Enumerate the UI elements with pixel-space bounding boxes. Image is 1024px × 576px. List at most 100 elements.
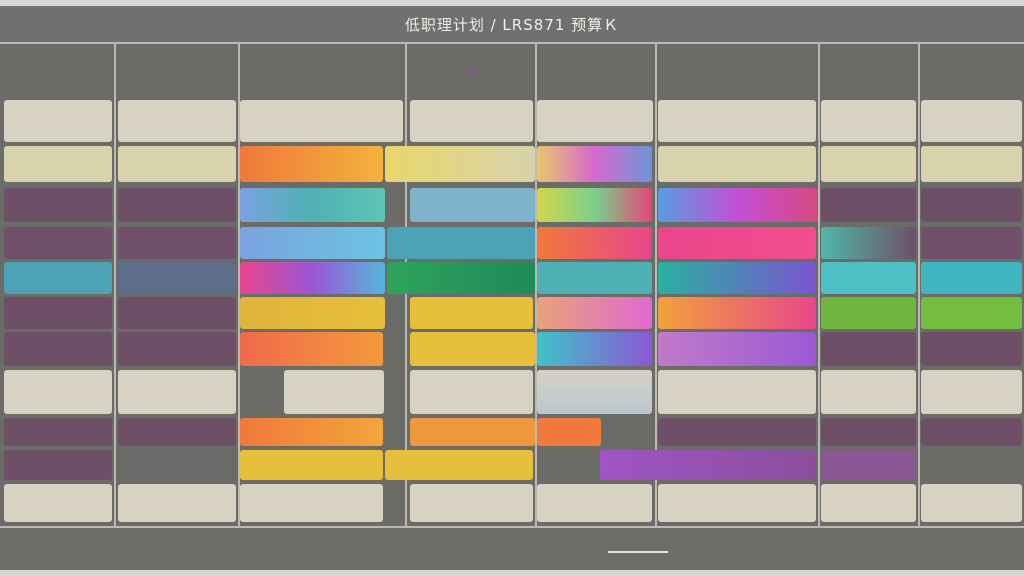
- table-cell[interactable]: [537, 100, 653, 142]
- event-block[interactable]: [658, 332, 816, 366]
- window-title: 低职理计划 / LRS871 预算Ｋ: [404, 16, 620, 34]
- table-cell[interactable]: [4, 146, 112, 182]
- table-cell[interactable]: [821, 146, 916, 182]
- column-header[interactable]: [240, 44, 405, 96]
- table-cell[interactable]: [921, 370, 1022, 414]
- table-cell[interactable]: [537, 370, 652, 414]
- event-block[interactable]: [240, 262, 385, 294]
- table-cell[interactable]: [4, 332, 112, 366]
- event-block[interactable]: [658, 262, 816, 294]
- table-cell[interactable]: [410, 484, 533, 522]
- table-cell[interactable]: [821, 332, 916, 366]
- table-cell[interactable]: [118, 370, 236, 414]
- event-block[interactable]: [387, 262, 535, 294]
- event-block[interactable]: [658, 188, 818, 222]
- table-cell[interactable]: [4, 188, 112, 222]
- table-cell[interactable]: [658, 418, 816, 446]
- event-block[interactable]: [537, 262, 652, 294]
- event-block[interactable]: [240, 332, 383, 366]
- table-cell[interactable]: [410, 100, 533, 142]
- table-cell[interactable]: [118, 450, 236, 480]
- column-header[interactable]: [657, 44, 818, 96]
- table-cell[interactable]: [658, 100, 816, 142]
- table-header: [0, 44, 1024, 96]
- event-block[interactable]: [410, 297, 533, 329]
- event-block[interactable]: [240, 297, 385, 329]
- table-cell[interactable]: [921, 188, 1022, 222]
- table-cell[interactable]: [821, 100, 916, 142]
- event-block[interactable]: [385, 450, 533, 480]
- column-header[interactable]: [820, 44, 918, 96]
- table-cell[interactable]: [658, 370, 816, 414]
- column-header[interactable]: [537, 44, 655, 96]
- table-row: [0, 260, 1024, 296]
- table-cell[interactable]: [284, 370, 384, 414]
- event-block[interactable]: [821, 297, 916, 329]
- column-header-label: [734, 69, 742, 71]
- table-cell[interactable]: [4, 370, 112, 414]
- table-cell[interactable]: [118, 227, 236, 259]
- table-cell[interactable]: [921, 100, 1022, 142]
- event-block[interactable]: [537, 297, 652, 329]
- table-cell[interactable]: [4, 227, 112, 259]
- table-cell[interactable]: [4, 297, 112, 329]
- table-cell[interactable]: [821, 227, 916, 259]
- event-block[interactable]: [537, 146, 652, 182]
- table-cell[interactable]: [118, 146, 236, 182]
- table-cell[interactable]: [4, 484, 112, 522]
- table-cell[interactable]: [4, 450, 112, 480]
- table-row: [0, 186, 1024, 224]
- table-cell[interactable]: [118, 332, 236, 366]
- table-cell[interactable]: [921, 484, 1022, 522]
- column-header[interactable]: [116, 44, 238, 96]
- table-cell[interactable]: [921, 418, 1022, 446]
- table-cell[interactable]: [658, 484, 816, 522]
- table-cell[interactable]: [537, 484, 652, 522]
- table-cell[interactable]: [118, 484, 236, 522]
- table-cell[interactable]: [240, 100, 403, 142]
- table-cell[interactable]: [118, 262, 236, 294]
- table-cell[interactable]: [118, 188, 236, 222]
- table-cell[interactable]: [821, 370, 916, 414]
- column-header[interactable]: [4, 44, 114, 96]
- table-cell[interactable]: [4, 262, 112, 294]
- event-block[interactable]: [537, 227, 652, 259]
- event-block[interactable]: [658, 297, 816, 329]
- table-cell[interactable]: [821, 450, 916, 480]
- table-cell[interactable]: [821, 418, 916, 446]
- table-cell[interactable]: [4, 418, 112, 446]
- event-block[interactable]: [658, 227, 816, 259]
- table-cell[interactable]: [118, 297, 236, 329]
- event-block[interactable]: [537, 188, 652, 222]
- event-block[interactable]: [921, 297, 1022, 329]
- column-header[interactable]: [920, 44, 1024, 96]
- event-block[interactable]: [240, 146, 383, 182]
- event-block[interactable]: [537, 418, 601, 446]
- event-block[interactable]: [821, 262, 916, 294]
- event-block[interactable]: [387, 227, 535, 259]
- table-cell[interactable]: [821, 484, 916, 522]
- table-cell[interactable]: [118, 418, 236, 446]
- event-block[interactable]: [410, 188, 535, 222]
- table-cell[interactable]: [921, 227, 1022, 259]
- event-block[interactable]: [240, 450, 383, 480]
- event-block[interactable]: [410, 418, 535, 446]
- table-cell[interactable]: [240, 484, 383, 522]
- event-block[interactable]: [240, 188, 385, 222]
- column-header-label: [319, 69, 327, 71]
- table-cell[interactable]: [4, 100, 112, 142]
- event-block[interactable]: [240, 227, 385, 259]
- event-block[interactable]: [921, 262, 1022, 294]
- event-block[interactable]: [385, 146, 535, 182]
- event-block[interactable]: [600, 450, 816, 480]
- column-header[interactable]: [407, 44, 535, 96]
- table-cell[interactable]: [118, 100, 236, 142]
- table-cell[interactable]: [658, 146, 816, 182]
- table-cell[interactable]: [921, 146, 1022, 182]
- table-cell[interactable]: [821, 188, 916, 222]
- event-block[interactable]: [410, 332, 535, 366]
- event-block[interactable]: [240, 418, 383, 446]
- table-cell[interactable]: [410, 370, 533, 414]
- event-block[interactable]: [537, 332, 652, 366]
- table-cell[interactable]: [921, 332, 1022, 366]
